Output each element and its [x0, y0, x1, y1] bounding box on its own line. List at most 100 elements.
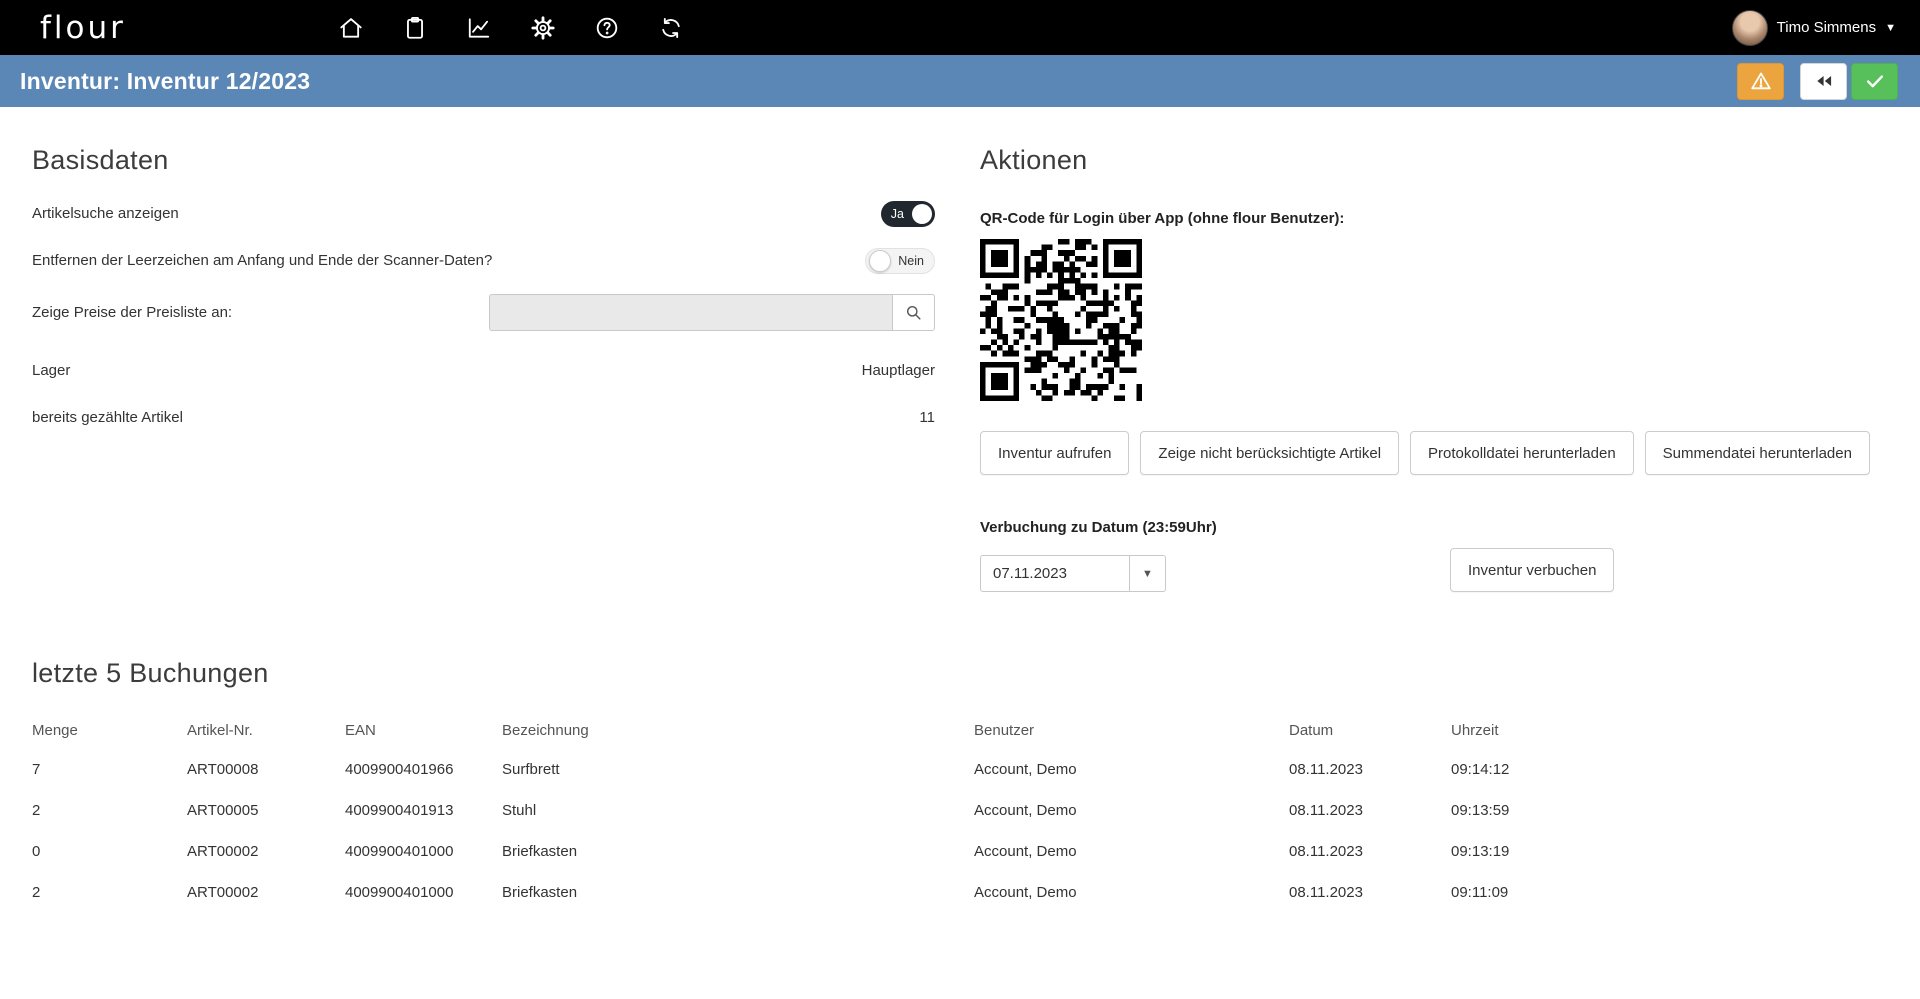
gezaehlt-label: bereits gezählte Artikel — [32, 409, 183, 426]
row-preisliste: Zeige Preise der Preisliste an: — [32, 294, 935, 331]
cell-uhrzeit: 09:13:19 — [1451, 843, 1510, 860]
cell-bezeichnung: Stuhl — [502, 802, 537, 819]
row-lager: Lager Hauptlager — [32, 357, 935, 384]
warning-button[interactable] — [1737, 62, 1784, 100]
toggle-on-label: Ja — [890, 206, 904, 221]
date-picker: ▼ — [980, 555, 1166, 592]
topbar: flour Timo Simmens ▼ — [0, 0, 1920, 55]
toggle-knob — [912, 203, 932, 224]
preisliste-search — [489, 294, 935, 331]
action-buttons: Inventur aufrufen Zeige nicht berücksich… — [980, 431, 1870, 475]
search-button[interactable] — [892, 294, 935, 331]
nicht-beruecksichtigte-artikel-button[interactable]: Zeige nicht berücksichtigte Artikel — [1140, 431, 1400, 475]
qr-code — [980, 239, 1142, 401]
cell-ean: 4009900401913 — [345, 802, 454, 819]
qr-label: QR-Code für Login über App (ohne flour B… — [980, 210, 1345, 227]
cell-artikelnr: ART00002 — [187, 884, 259, 901]
cell-bezeichnung: Briefkasten — [502, 884, 578, 901]
leerzeichen-toggle[interactable]: Nein — [865, 247, 935, 274]
header-actions — [1737, 62, 1898, 100]
toggle-knob — [869, 249, 892, 272]
protokolldatei-button[interactable]: Protokolldatei herunterladen — [1410, 431, 1634, 475]
refresh-icon[interactable] — [656, 13, 686, 43]
rewind-button[interactable] — [1800, 62, 1847, 100]
cell-uhrzeit: 09:14:12 — [1451, 761, 1510, 778]
preisliste-input[interactable] — [489, 294, 892, 331]
cell-menge: 2 — [32, 884, 41, 901]
artikelsuche-label: Artikelsuche anzeigen — [32, 205, 179, 222]
artikelsuche-toggle[interactable]: Ja — [880, 200, 935, 227]
summendatei-button[interactable]: Summendatei herunterladen — [1644, 431, 1870, 475]
cell-ean: 4009900401966 — [345, 761, 454, 778]
confirm-check-button[interactable] — [1851, 62, 1898, 100]
cell-benutzer: Account, Demo — [974, 802, 1077, 819]
avatar — [1731, 9, 1768, 46]
cell-artikelnr: ART00005 — [187, 802, 259, 819]
cell-ean: 4009900401000 — [345, 843, 454, 860]
row-gezaehlt: bereits gezählte Artikel 11 — [32, 404, 935, 431]
col-bezeichnung: Bezeichnung — [502, 721, 589, 739]
gezaehlt-value: 11 — [919, 409, 935, 426]
leerzeichen-label: Entfernen der Leerzeichen am Anfang und … — [32, 252, 493, 269]
main-nav — [336, 13, 686, 43]
table-row: 2 ART00005 4009900401913 Stuhl Account, … — [0, 790, 1920, 831]
verbuchung-label: Verbuchung zu Datum (23:59Uhr) — [980, 519, 1217, 536]
row-leerzeichen: Entfernen der Leerzeichen am Anfang und … — [32, 247, 935, 274]
settings-gear-icon[interactable] — [528, 13, 558, 43]
cell-datum: 08.11.2023 — [1289, 761, 1363, 778]
col-benutzer: Benutzer — [974, 721, 1035, 739]
cell-datum: 08.11.2023 — [1289, 843, 1363, 860]
chevron-down-icon: ▼ — [1885, 21, 1896, 34]
cell-artikelnr: ART00008 — [187, 761, 259, 778]
cell-ean: 4009900401000 — [345, 884, 454, 901]
basisdaten-section: Basisdaten Artikelsuche anzeigen Ja Entf… — [0, 107, 935, 451]
buchungen-title: letzte 5 Buchungen — [32, 658, 269, 688]
table-row: 7 ART00008 4009900401966 Surfbrett Accou… — [0, 749, 1920, 790]
app-logo[interactable]: flour — [40, 10, 126, 46]
col-ean: EAN — [345, 721, 376, 739]
row-artikelsuche: Artikelsuche anzeigen Ja — [32, 200, 935, 227]
chart-icon[interactable] — [464, 13, 494, 43]
help-icon[interactable] — [592, 13, 622, 43]
cell-bezeichnung: Briefkasten — [502, 843, 578, 860]
cell-datum: 08.11.2023 — [1289, 802, 1363, 819]
page-title: Inventur: Inventur 12/2023 — [20, 67, 311, 94]
page: flour Timo Simmens ▼ Inventur: Inventur … — [0, 0, 1920, 999]
aktionen-section: Aktionen QR-Code für Login über App (ohn… — [935, 107, 1920, 592]
table-header: Menge Artikel-Nr. EAN Bezeichnung Benutz… — [0, 711, 1920, 749]
date-dropdown-button[interactable]: ▼ — [1130, 555, 1166, 592]
home-icon[interactable] — [336, 13, 366, 43]
inventur-verbuchen-button[interactable]: Inventur verbuchen — [1450, 548, 1615, 592]
cell-bezeichnung: Surfbrett — [502, 761, 560, 778]
search-icon — [907, 306, 921, 320]
cell-menge: 7 — [32, 761, 41, 778]
basisdaten-title: Basisdaten — [32, 145, 169, 175]
user-menu[interactable]: Timo Simmens ▼ — [1731, 9, 1896, 46]
buchungen-section: letzte 5 Buchungen Menge Artikel-Nr. EAN… — [0, 658, 1920, 913]
col-artikelnr: Artikel-Nr. — [187, 721, 253, 739]
cell-benutzer: Account, Demo — [974, 843, 1077, 860]
table-row: 0 ART00002 4009900401000 Briefkasten Acc… — [0, 831, 1920, 872]
cell-uhrzeit: 09:13:59 — [1451, 802, 1510, 819]
cell-menge: 2 — [32, 802, 41, 819]
cell-menge: 0 — [32, 843, 41, 860]
col-uhrzeit: Uhrzeit — [1451, 721, 1499, 739]
cell-uhrzeit: 09:11:09 — [1451, 884, 1509, 901]
aktionen-title: Aktionen — [980, 145, 1088, 175]
cell-artikelnr: ART00002 — [187, 843, 259, 860]
table-row: 2 ART00002 4009900401000 Briefkasten Acc… — [0, 872, 1920, 913]
user-name: Timo Simmens — [1776, 19, 1877, 36]
preisliste-label: Zeige Preise der Preisliste an: — [32, 304, 233, 321]
inventur-aufrufen-button[interactable]: Inventur aufrufen — [980, 431, 1130, 475]
cell-benutzer: Account, Demo — [974, 884, 1077, 901]
date-input[interactable] — [980, 555, 1130, 592]
main-content: Basisdaten Artikelsuche anzeigen Ja Entf… — [0, 107, 1920, 592]
lager-value: Hauptlager — [861, 362, 935, 379]
clipboard-icon[interactable] — [400, 13, 430, 43]
col-menge: Menge — [32, 721, 78, 739]
lager-label: Lager — [32, 362, 71, 379]
col-datum: Datum — [1289, 721, 1334, 739]
page-header: Inventur: Inventur 12/2023 — [0, 55, 1920, 107]
toggle-off-label: Nein — [898, 253, 924, 268]
cell-benutzer: Account, Demo — [974, 761, 1077, 778]
